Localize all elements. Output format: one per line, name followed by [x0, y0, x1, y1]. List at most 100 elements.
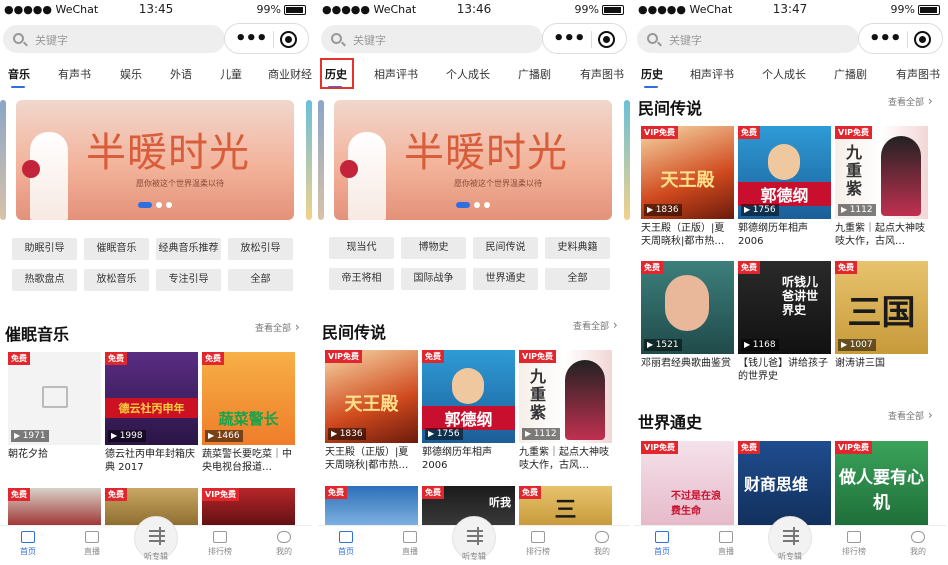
album-card[interactable]: 三国 免费 1007 谢涛讲三国	[835, 261, 928, 383]
tab-audio-books[interactable]: 有声图书	[580, 66, 624, 82]
more-icon[interactable]: •••	[235, 28, 268, 49]
tab-growth[interactable]: 个人成长	[762, 66, 806, 82]
category-button[interactable]: 助眠引导	[12, 238, 77, 260]
battery-icon	[602, 5, 624, 15]
tabbar-albums[interactable]: 听专辑	[454, 551, 494, 562]
tab-business[interactable]: 商业财经	[268, 66, 312, 82]
album-card[interactable]: 免费 1521 邓丽君经典歌曲鉴赏	[641, 261, 734, 383]
album-card[interactable]: 三免费	[519, 486, 612, 526]
see-all-link[interactable]: 查看全部	[573, 318, 618, 332]
portrait	[665, 275, 709, 331]
cover-text: 财商思维	[744, 475, 809, 494]
tab-audio-books[interactable]: 有声图书	[896, 66, 940, 82]
category-button[interactable]: 史料典籍	[545, 237, 610, 259]
banner-indicator	[334, 193, 612, 212]
category-button[interactable]: 国际战争	[401, 268, 466, 290]
tab-radio-drama[interactable]: 广播剧	[834, 66, 867, 82]
search-icon	[647, 33, 658, 44]
category-button[interactable]: 全部	[545, 268, 610, 290]
more-icon[interactable]: •••	[553, 28, 586, 49]
banner-roses	[22, 160, 40, 178]
banner[interactable]: 半暖时光 愿你被这个世界温柔以待	[16, 100, 294, 220]
tabbar-label: 排行榜	[842, 547, 866, 556]
category-button[interactable]: 全部	[228, 269, 293, 291]
tabbar-home[interactable]: 首页	[8, 531, 48, 557]
close-target-icon[interactable]	[280, 31, 297, 48]
album-card[interactable]: 蔬菜警长 免费 1466 蔬菜警长要吃菜｜中央电视台报道…	[202, 352, 295, 474]
tab-children[interactable]: 儿童	[220, 66, 242, 82]
album-card[interactable]: 免费	[8, 488, 101, 528]
album-card[interactable]: 九重紫 VIP免费 1112 九重紫｜起点大神吱吱大作，古风…	[835, 126, 928, 248]
tabbar-home[interactable]: 首页	[642, 531, 682, 557]
category-button[interactable]: 世界通史	[473, 268, 538, 290]
tabbar-albums[interactable]: 听专辑	[770, 551, 810, 562]
close-target-icon[interactable]	[598, 31, 615, 48]
album-card[interactable]: 免费 1971 朝花夕拾	[8, 352, 101, 474]
tab-crosstalk[interactable]: 相声评书	[374, 66, 418, 82]
category-button[interactable]: 放松引导	[228, 238, 293, 260]
user-icon	[911, 531, 925, 543]
see-all-link[interactable]: 查看全部	[888, 94, 933, 108]
search-input[interactable]: 关键字	[321, 25, 543, 53]
album-card[interactable]: 郭德纲 免费 1756 郭德纲历年相声 2006	[422, 350, 515, 472]
album-card[interactable]: 免费	[325, 486, 418, 526]
category-button[interactable]: 帝王将相	[329, 268, 394, 290]
category-button[interactable]: 专注引导	[156, 269, 221, 291]
category-button[interactable]: 现当代	[329, 237, 394, 259]
album-card[interactable]: 做人要有心机 VIP免费	[835, 441, 928, 526]
banner-prev-peek[interactable]	[318, 100, 324, 220]
album-card[interactable]: 九重紫 VIP免费 1112 九重紫｜起点大神吱吱大作，古风…	[519, 350, 612, 472]
search-input[interactable]: 关键字	[3, 25, 225, 53]
tabbar-live[interactable]: 直播	[390, 531, 430, 557]
album-card[interactable]: VIP免费	[202, 488, 295, 528]
banner-roses	[340, 160, 358, 178]
album-title: 郭德纲历年相声 2006	[738, 223, 808, 247]
tabbar-mine[interactable]: 我的	[582, 531, 622, 557]
tabbar-mine[interactable]: 我的	[898, 531, 938, 557]
category-button[interactable]: 经典音乐推荐	[156, 238, 221, 260]
banner-prev-peek[interactable]	[0, 100, 6, 220]
close-target-icon[interactable]	[914, 31, 931, 48]
album-card[interactable]: 德云社丙申年 免费 1998 德云社丙申年封箱庆典 2017	[105, 352, 198, 474]
image-placeholder-icon	[42, 386, 68, 408]
search-input[interactable]: 关键字	[637, 25, 859, 53]
banner-next-peek[interactable]	[624, 100, 630, 220]
album-card[interactable]: 财商思维 免费	[738, 441, 831, 526]
tabbar-live[interactable]: 直播	[72, 531, 112, 557]
banner-next-peek[interactable]	[306, 100, 312, 220]
category-button[interactable]: 博物史	[401, 237, 466, 259]
tab-entertainment[interactable]: 娱乐	[120, 66, 142, 82]
tab-audiobook[interactable]: 有声书	[58, 66, 91, 82]
album-card[interactable]: 天王殿 VIP免费 1836 天王殿（正版）|夏天周晓秋|都市热…	[641, 126, 734, 248]
album-card[interactable]: 天王殿 VIP免费 1836 天王殿（正版）|夏天周晓秋|都市热…	[325, 350, 418, 472]
tabbar-live[interactable]: 直播	[706, 531, 746, 557]
tab-foreign[interactable]: 外语	[170, 66, 192, 82]
battery-level: 99%	[574, 3, 599, 16]
tabbar-home[interactable]: 首页	[326, 531, 366, 557]
miniprogram-capsule: •••	[542, 23, 627, 54]
tab-history[interactable]: 历史	[641, 66, 663, 88]
tabbar-ranking[interactable]: 排行榜	[518, 531, 558, 557]
tabbar-label: 首页	[20, 547, 36, 556]
tabbar-albums[interactable]: 听专辑	[136, 551, 176, 562]
see-all-link[interactable]: 查看全部	[888, 408, 933, 422]
tabbar-ranking[interactable]: 排行榜	[834, 531, 874, 557]
tab-radio-drama[interactable]: 广播剧	[518, 66, 551, 82]
category-button[interactable]: 放松音乐	[84, 269, 149, 291]
tabbar-mine[interactable]: 我的	[264, 531, 304, 557]
tabbar-ranking[interactable]: 排行榜	[200, 531, 240, 557]
category-button[interactable]: 民间传说	[473, 237, 538, 259]
album-card[interactable]: 郭德纲 免费 1756 郭德纲历年相声 2006	[738, 126, 831, 248]
see-all-link[interactable]: 查看全部	[255, 320, 300, 334]
album-card[interactable]: 听钱儿爸讲世界史 免费 1168 【钱儿爸】讲给孩子的世界史	[738, 261, 831, 383]
album-card[interactable]: 不过是在浪费生命 VIP免费	[641, 441, 734, 526]
category-button[interactable]: 催眠音乐	[84, 238, 149, 260]
album-title: 天王殿（正版）|夏天周晓秋|都市热…	[325, 447, 409, 471]
tab-growth[interactable]: 个人成长	[446, 66, 490, 82]
tab-music[interactable]: 音乐	[8, 66, 30, 88]
banner[interactable]: 半暖时光 愿你被这个世界温柔以待	[334, 100, 612, 220]
album-cover: 九重紫 VIP免费 1112	[835, 126, 928, 219]
more-icon[interactable]: •••	[869, 28, 902, 49]
category-button[interactable]: 热歌盘点	[12, 269, 77, 291]
tab-crosstalk[interactable]: 相声评书	[690, 66, 734, 82]
